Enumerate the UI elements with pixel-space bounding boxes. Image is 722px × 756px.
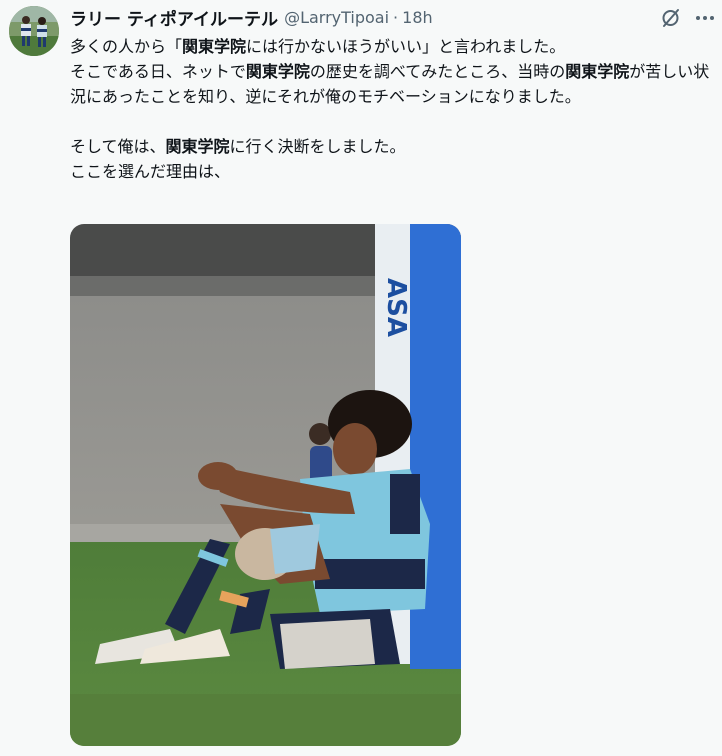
tweet-header: ラリー ティポアイルーテル @LarryTipoai · 18h [70,4,433,30]
avatar[interactable] [9,6,59,56]
rugby-player-photo: ASA [70,224,461,746]
grok-button[interactable] [659,6,683,30]
tweet-text-segment: 多くの人から「 [70,37,183,56]
tweet-text: 多くの人から「関東学院には行かないほうがいい」と言われました。 そこである日、ネッ… [70,34,710,184]
tweet-text-segment: そこである日、ネットで [70,62,246,81]
tweet-card[interactable]: ラリー ティポアイルーテル @LarryTipoai · 18h 多くの人から「… [0,0,722,756]
separator-dot: · [393,7,399,27]
tweet-text-segment: には行かないほうがいい」と言われました。 [246,37,566,56]
tweet-text-segment: そして俺は、 [70,137,166,156]
timestamp[interactable]: 18h [402,8,433,27]
hashlink-term[interactable]: 関東学院 [182,37,246,56]
tweet-text-segment: の歴史を調べてみたところ、当時の [309,62,566,81]
more-horizontal-icon [696,16,714,20]
user-handle[interactable]: @LarryTipoai [284,8,389,27]
tweet-text-segment: に行く決断をしました。 [229,137,406,156]
hashlink-term[interactable]: 関東学院 [246,62,310,81]
tweet-text-segment: ここを選んだ理由は、 [70,162,231,181]
rugby-players-avatar-icon [9,6,59,56]
display-name[interactable]: ラリー ティポアイルーテル [70,5,278,30]
more-options-button[interactable] [693,6,717,30]
hashlink-term[interactable]: 関東学院 [166,137,230,156]
hashlink-term[interactable]: 関東学院 [565,62,629,81]
tweet-media-photo[interactable]: ASA [70,224,461,746]
grok-slash-circle-icon [662,9,679,27]
post-pad-lettering: ASA [381,278,411,337]
